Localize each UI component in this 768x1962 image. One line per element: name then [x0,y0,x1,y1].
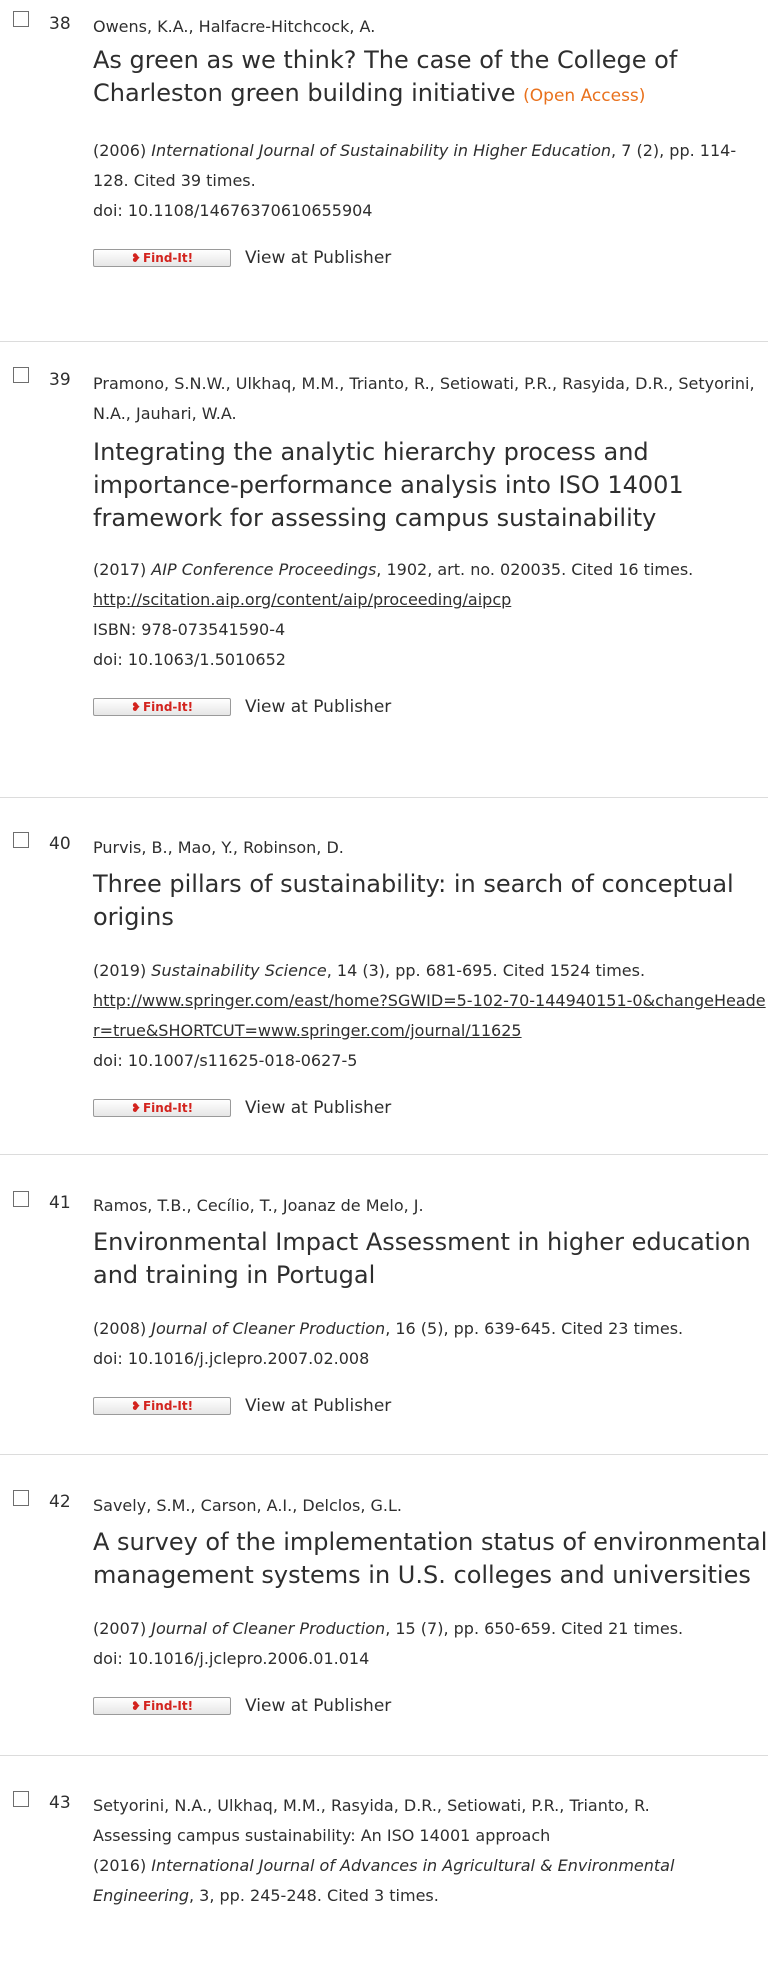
find-it-button[interactable]: ❥ Find-It! [93,1397,231,1415]
reference-doi: doi: 10.1108/14676370610655904 [93,201,373,220]
reference-number: 42 [49,1492,71,1512]
reference-item: 39 Pramono, S.N.W., Ulkhaq, M.M., Triant… [0,342,768,798]
find-it-button[interactable]: ❥ Find-It! [93,698,231,716]
find-it-button[interactable]: ❥ Find-It! [93,249,231,267]
reference-item: 42 Savely, S.M., Carson, A.I., Delclos, … [0,1455,768,1756]
find-it-icon: ❥ [130,251,141,265]
find-it-icon: ❥ [130,1699,141,1713]
reference-doi: doi: 10.1007/s11625-018-0627-5 [93,1051,358,1070]
select-checkbox[interactable] [13,1191,29,1207]
view-at-publisher-link[interactable]: View at Publisher [245,248,391,268]
find-it-button[interactable]: ❥ Find-It! [93,1099,231,1117]
reference-item: 41 Ramos, T.B., Cecílio, T., Joanaz de M… [0,1155,768,1455]
reference-item: 40 Purvis, B., Mao, Y., Robinson, D. Thr… [0,798,768,1155]
select-checkbox[interactable] [13,11,29,27]
reference-title[interactable]: Integrating the analytic hierarchy proce… [93,436,768,535]
reference-title[interactable]: Assessing campus sustainability: An ISO … [93,1821,768,1851]
reference-citation: (2007) Journal of Cleaner Production, 15… [93,1619,684,1668]
reference-citation: (2008) Journal of Cleaner Production, 16… [93,1319,684,1368]
reference-citation: (2016) International Journal of Advances… [93,1856,675,1905]
reference-number: 43 [49,1793,71,1813]
find-it-icon: ❥ [130,700,141,714]
reference-source: International Journal of Sustainability … [151,141,612,160]
reference-citation: (2006) International Journal of Sustaina… [93,141,737,220]
reference-number: 39 [49,370,71,390]
reference-doi: doi: 10.1063/1.5010652 [93,650,286,669]
reference-url-link[interactable]: http://www.springer.com/east/home?SGWID=… [93,991,766,1040]
reference-source: Journal of Cleaner Production [151,1619,386,1638]
reference-authors: Savely, S.M., Carson, A.I., Delclos, G.L… [93,1496,403,1515]
open-access-label[interactable]: (Open Access) [523,86,645,106]
reference-source: Sustainability Science [151,961,327,980]
reference-item: 43 Setyorini, N.A., Ulkhaq, M.M., Rasyid… [0,1756,768,1962]
reference-authors: Purvis, B., Mao, Y., Robinson, D. [93,838,344,857]
reference-doi: doi: 10.1016/j.jclepro.2007.02.008 [93,1349,370,1368]
reference-authors: Ramos, T.B., Cecílio, T., Joanaz de Melo… [93,1196,424,1215]
select-checkbox[interactable] [13,1791,29,1807]
reference-title[interactable]: Three pillars of sustainability: in sear… [93,868,768,934]
view-at-publisher-link[interactable]: View at Publisher [245,1098,391,1118]
reference-item: 38 Owens, K.A., Halfacre-Hitchcock, A. A… [0,0,768,342]
reference-citation: (2017) AIP Conference Proceedings, 1902,… [93,560,694,669]
select-checkbox[interactable] [13,367,29,383]
view-at-publisher-link[interactable]: View at Publisher [245,1396,391,1416]
reference-number: 41 [49,1193,71,1213]
reference-authors: Pramono, S.N.W., Ulkhaq, M.M., Trianto, … [93,374,755,423]
reference-title[interactable]: As green as we think? The case of the Co… [93,44,768,113]
reference-title[interactable]: A survey of the implementation status of… [93,1526,768,1592]
find-it-button[interactable]: ❥ Find-It! [93,1697,231,1715]
reference-number: 38 [49,14,71,34]
reference-source: AIP Conference Proceedings [151,560,377,579]
reference-citation: (2019) Sustainability Science, 14 (3), p… [93,961,766,1070]
reference-source: Journal of Cleaner Production [151,1319,386,1338]
select-checkbox[interactable] [13,832,29,848]
reference-isbn: ISBN: 978-073541590-4 [93,620,286,639]
reference-number: 40 [49,834,71,854]
reference-url-link[interactable]: http://scitation.aip.org/content/aip/pro… [93,590,511,609]
reference-authors: Owens, K.A., Halfacre-Hitchcock, A. [93,17,376,36]
reference-authors: Setyorini, N.A., Ulkhaq, M.M., Rasyida, … [93,1796,650,1815]
select-checkbox[interactable] [13,1490,29,1506]
view-at-publisher-link[interactable]: View at Publisher [245,1696,391,1716]
reference-doi: doi: 10.1016/j.jclepro.2006.01.014 [93,1649,370,1668]
view-at-publisher-link[interactable]: View at Publisher [245,697,391,717]
reference-title[interactable]: Environmental Impact Assessment in highe… [93,1226,768,1292]
find-it-icon: ❥ [130,1399,141,1413]
find-it-icon: ❥ [130,1101,141,1115]
